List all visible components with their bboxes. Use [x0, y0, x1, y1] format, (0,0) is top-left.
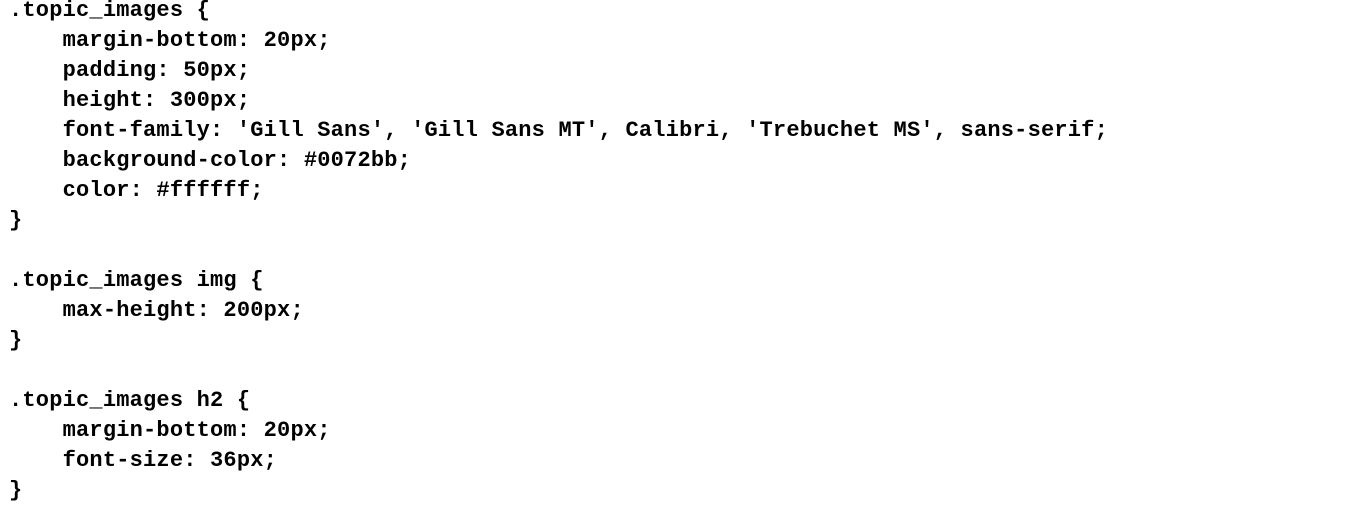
- code-line: max-height: 200px;: [9, 298, 304, 323]
- code-line: .topic_images {: [9, 0, 211, 23]
- code-line: background-color: #0072bb;: [9, 148, 412, 173]
- code-line: font-size: 36px;: [9, 448, 278, 473]
- code-line: font-family: 'Gill Sans', 'Gill Sans MT'…: [9, 118, 1108, 143]
- code-line: }: [9, 328, 23, 353]
- code-line: margin-bottom: 20px;: [9, 28, 331, 53]
- code-line: .topic_images h2 {: [9, 388, 251, 413]
- code-line: .topic_images img {: [9, 268, 264, 293]
- code-line: color: #ffffff;: [9, 178, 264, 203]
- code-line: }: [9, 478, 23, 503]
- code-view: .topic_images { margin-bottom: 20px; pad…: [9, 0, 1108, 506]
- code-line: height: 300px;: [9, 88, 251, 113]
- code-line: margin-bottom: 20px;: [9, 418, 331, 443]
- code-line: }: [9, 208, 23, 233]
- code-line: padding: 50px;: [9, 58, 251, 83]
